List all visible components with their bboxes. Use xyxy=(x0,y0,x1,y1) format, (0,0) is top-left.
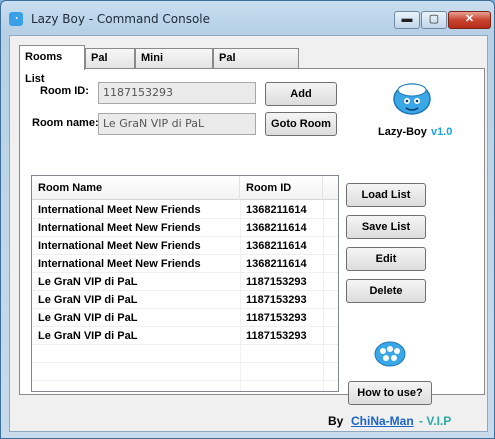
window-title: Lazy Boy - Command Console xyxy=(31,12,211,26)
room-name-input[interactable]: Le GraN VIP di PaL xyxy=(98,113,256,135)
help-users-icon xyxy=(373,339,407,369)
rooms-table-header: Room Name Room ID xyxy=(32,176,338,200)
tab-pal-commands[interactable]: Pal Commands xyxy=(213,48,299,83)
table-row[interactable]: Le GraN VIP di PaL 1187153293 xyxy=(32,291,338,309)
room-id-cell: 1368211614 xyxy=(246,240,307,252)
column-header-room-name[interactable]: Room Name xyxy=(32,176,240,200)
room-id-label: Room ID: xyxy=(40,85,89,97)
table-row[interactable]: International Meet New Friends 136821161… xyxy=(32,255,338,273)
table-row[interactable]: International Meet New Friends 136821161… xyxy=(32,201,338,219)
table-row[interactable]: International Meet New Friends 136821161… xyxy=(32,219,338,237)
room-name-cell: International Meet New Friends xyxy=(38,258,201,270)
table-row[interactable]: International Meet New Friends 136821161… xyxy=(32,237,338,255)
maximize-button[interactable]: ▢ xyxy=(421,11,447,29)
how-to-use-button[interactable]: How to use? xyxy=(348,381,432,405)
edit-button[interactable]: Edit xyxy=(346,247,426,271)
app-window: ◔ Lazy Boy - Command Console ▬ ▢ ✕ Rooms… xyxy=(0,0,495,439)
room-id-cell: 1187153293 xyxy=(246,294,307,306)
room-id-cell: 1368211614 xyxy=(246,222,307,234)
tab-pal-list[interactable]: Pal List xyxy=(85,48,135,83)
room-id-cell: 1187153293 xyxy=(246,312,307,324)
room-name-cell: International Meet New Friends xyxy=(38,240,201,252)
close-button[interactable]: ✕ xyxy=(448,11,491,29)
goto-room-button[interactable]: Goto Room xyxy=(265,112,337,136)
room-name-cell: Le GraN VIP di PaL xyxy=(38,312,138,324)
room-name-cell: International Meet New Friends xyxy=(38,222,201,234)
table-row[interactable]: Le GraN VIP di PaL 1187153293 xyxy=(32,327,338,345)
table-row[interactable]: Le GraN VIP di PaL 1187153293 xyxy=(32,273,338,291)
table-row xyxy=(32,363,338,381)
room-name-cell: Le GraN VIP di PaL xyxy=(38,330,138,342)
room-name-cell: Le GraN VIP di PaL xyxy=(38,276,138,288)
rooms-table[interactable]: Room Name Room ID International Meet New… xyxy=(31,175,339,392)
delete-button[interactable]: Delete xyxy=(346,279,426,303)
save-list-button[interactable]: Save List xyxy=(346,215,426,239)
room-name-cell: International Meet New Friends xyxy=(38,204,201,216)
credit-by: By xyxy=(328,414,344,428)
add-button[interactable]: Add xyxy=(265,82,337,106)
brand-version: v1.0 xyxy=(431,126,453,138)
rooms-list-panel: Room ID: 1187153293 Add Room name: Le Gr… xyxy=(19,68,485,405)
room-name-cell: Le GraN VIP di PaL xyxy=(38,294,138,306)
room-id-cell: 1187153293 xyxy=(246,330,307,342)
lazy-boy-logo-icon xyxy=(390,77,434,117)
minimize-button[interactable]: ▬ xyxy=(394,11,420,29)
table-row[interactable]: Le GraN VIP di PaL 1187153293 xyxy=(32,309,338,327)
column-header-room-id[interactable]: Room ID xyxy=(240,176,323,200)
room-name-label: Room name: xyxy=(32,117,99,129)
room-id-cell: 1187153293 xyxy=(246,276,307,288)
client-area: Rooms List Pal List Mini Browser Pal Com… xyxy=(9,35,488,432)
room-id-cell: 1368211614 xyxy=(246,204,307,216)
brand-name: Lazy-Boy xyxy=(378,126,427,138)
tab-rooms-list[interactable]: Rooms List xyxy=(19,45,85,85)
load-list-button[interactable]: Load List xyxy=(346,183,426,207)
app-icon: ◔ xyxy=(9,12,23,26)
room-id-cell: 1368211614 xyxy=(246,258,307,270)
table-row xyxy=(32,345,338,363)
credit-author-link[interactable]: ChiNa-Man xyxy=(351,414,414,428)
credit-suffix: - V.I.P xyxy=(419,414,452,428)
tab-mini-browser[interactable]: Mini Browser xyxy=(135,48,213,83)
room-id-input[interactable]: 1187153293 xyxy=(98,82,256,104)
title-bar[interactable]: ◔ Lazy Boy - Command Console ▬ ▢ ✕ xyxy=(1,1,494,35)
